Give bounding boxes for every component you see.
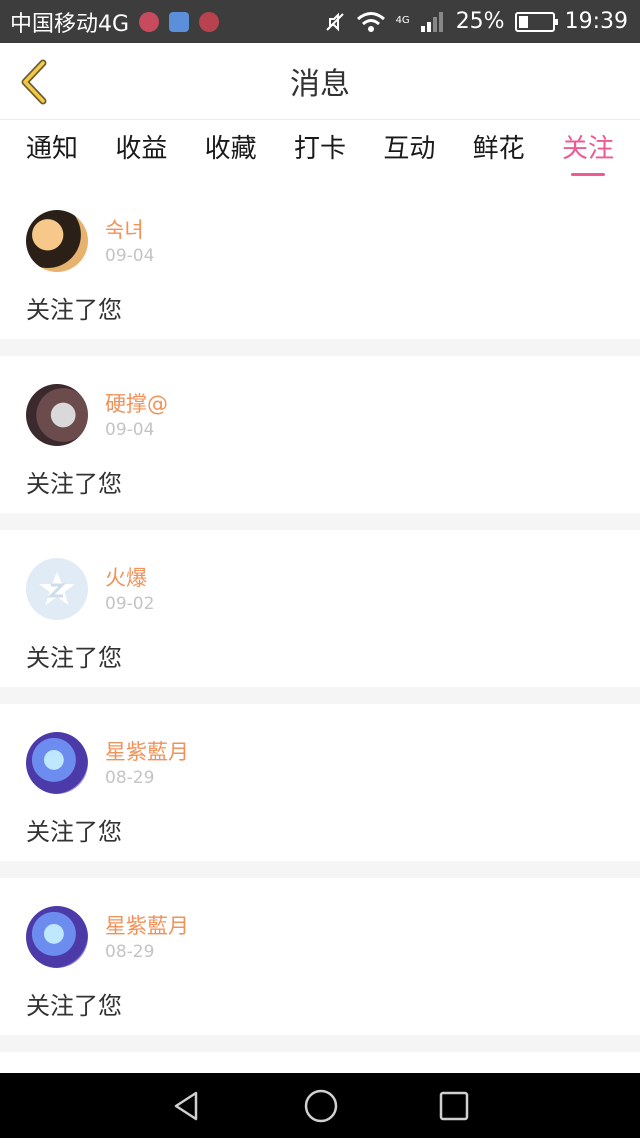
user-name[interactable]: 硬撑@ bbox=[105, 388, 168, 418]
user-name[interactable]: 星紫藍月 bbox=[105, 736, 189, 766]
item-date: 08-29 bbox=[105, 942, 155, 962]
carrier-label: 中国移动4G bbox=[10, 11, 130, 37]
battery-percent: 25% bbox=[455, 9, 505, 34]
title-bar: 消息 bbox=[0, 43, 640, 120]
item-message: 关注了您 bbox=[26, 296, 122, 324]
clock: 19:39 bbox=[564, 9, 628, 34]
follow-list: 숙녀 09-04 关注了您 硬撑@ 09-04 关注了您 火爆 09-02 关注… bbox=[0, 182, 640, 1109]
tab-follows[interactable]: 关注 bbox=[562, 120, 614, 182]
user-name[interactable]: 星紫藍月 bbox=[105, 910, 189, 940]
cloud-app-icon bbox=[169, 11, 190, 32]
signal-icon bbox=[420, 11, 443, 32]
tab-checkin[interactable]: 打卡 bbox=[294, 120, 346, 182]
item-date: 09-04 bbox=[105, 246, 155, 266]
status-bar: 中国移动4G 4G 25% 19:39 bbox=[0, 0, 640, 43]
item-date: 08-29 bbox=[105, 768, 155, 788]
tab-favorites[interactable]: 收藏 bbox=[205, 120, 257, 182]
list-item[interactable]: 숙녀 09-04 关注了您 bbox=[0, 182, 640, 339]
recents-square-icon[interactable] bbox=[438, 1090, 470, 1122]
default-avatar-star-icon bbox=[39, 572, 75, 605]
mute-icon bbox=[325, 12, 344, 31]
tab-notifications[interactable]: 通知 bbox=[26, 120, 78, 182]
user-name[interactable]: 숙녀 bbox=[105, 214, 144, 244]
item-message: 关注了您 bbox=[26, 992, 122, 1020]
back-button[interactable] bbox=[14, 57, 54, 107]
status-right: 4G 25% 19:39 bbox=[324, 9, 628, 34]
app-notification-icon bbox=[199, 11, 220, 32]
tab-interactions[interactable]: 互动 bbox=[383, 120, 435, 182]
item-date: 09-04 bbox=[105, 420, 155, 440]
tab-earnings[interactable]: 收益 bbox=[115, 120, 167, 182]
category-tabs: 通知 收益 收藏 打卡 互动 鲜花 关注 bbox=[0, 120, 640, 182]
back-triangle-icon[interactable] bbox=[170, 1089, 204, 1123]
wifi-icon bbox=[356, 11, 385, 32]
avatar[interactable] bbox=[26, 906, 88, 968]
system-nav-bar bbox=[0, 1073, 640, 1138]
avatar[interactable] bbox=[26, 558, 88, 620]
page-title: 消息 bbox=[290, 67, 350, 102]
avatar[interactable] bbox=[26, 210, 88, 272]
list-item[interactable]: 星紫藍月 08-29 关注了您 bbox=[0, 878, 640, 1035]
list-item[interactable]: 硬撑@ 09-04 关注了您 bbox=[0, 356, 640, 513]
home-circle-icon[interactable] bbox=[303, 1088, 339, 1124]
item-date: 09-02 bbox=[105, 594, 155, 614]
item-message: 关注了您 bbox=[26, 470, 122, 498]
list-item[interactable]: 星紫藍月 08-29 关注了您 bbox=[0, 704, 640, 861]
avatar[interactable] bbox=[26, 732, 88, 794]
app-notification-icon bbox=[139, 11, 160, 32]
chevron-left-icon bbox=[21, 59, 47, 105]
status-left: 中国移动4G bbox=[10, 6, 220, 38]
tab-flowers[interactable]: 鲜花 bbox=[473, 120, 525, 182]
user-name[interactable]: 火爆 bbox=[105, 562, 147, 592]
avatar[interactable] bbox=[26, 384, 88, 446]
battery-icon bbox=[514, 11, 558, 32]
list-item[interactable]: 火爆 09-02 关注了您 bbox=[0, 530, 640, 687]
item-message: 关注了您 bbox=[26, 818, 122, 846]
network-type-label: 4G bbox=[395, 15, 410, 26]
item-message: 关注了您 bbox=[26, 644, 122, 672]
